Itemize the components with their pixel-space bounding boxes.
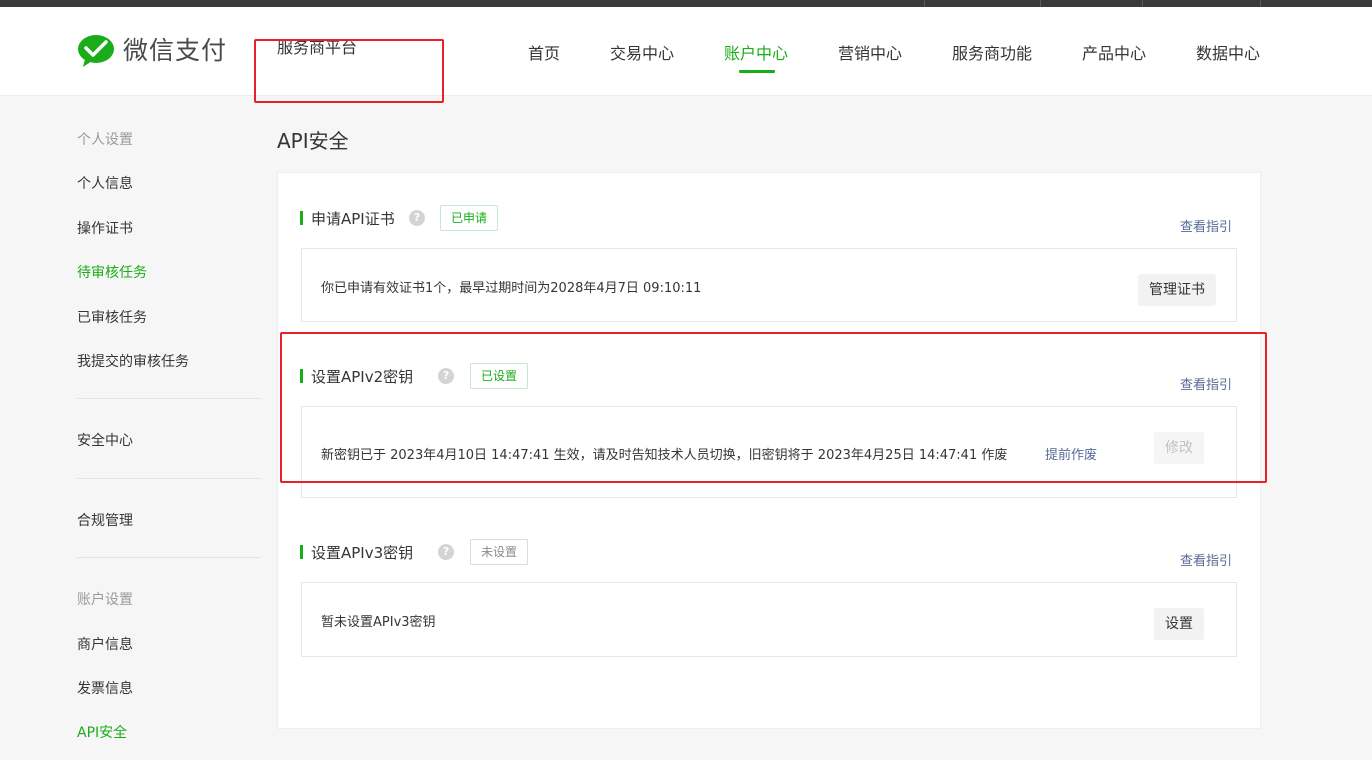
certificate-status-text: 你已申请有效证书1个，最早过期时间为2028年4月7日 09:10:11 <box>321 281 702 296</box>
section-title-api-certificate: 申请API证书 <box>311 210 395 228</box>
manage-certificate-button[interactable]: 管理证书 <box>1138 274 1216 306</box>
sidebar-item-api-security[interactable]: API安全 <box>77 722 127 742</box>
top-strip-divider <box>1040 0 1041 7</box>
sidebar-item-pending-review[interactable]: 待审核任务 <box>77 262 147 282</box>
section-title-apiv2-key: 设置APIv2密钥 <box>311 368 414 386</box>
nav-home[interactable]: 首页 <box>528 40 560 64</box>
revoke-early-link[interactable]: 提前作废 <box>1045 444 1097 463</box>
apiv2-key-status-text: 新密钥已于 2023年4月10日 14:47:41 生效，请及时告知技术人员切换… <box>321 448 1008 463</box>
nav-account-center[interactable]: 账户中心 <box>724 40 788 64</box>
status-badge-not-set: 未设置 <box>470 539 529 565</box>
sidebar-item-reviewed-tasks[interactable]: 已审核任务 <box>77 307 147 327</box>
sidebar-item-personal-info[interactable]: 个人信息 <box>77 173 133 193</box>
logo[interactable]: 微信支付 <box>77 34 227 68</box>
header: 微信支付 <box>0 7 1372 96</box>
sidebar-divider <box>77 557 261 558</box>
nav-service-provider-functions[interactable]: 服务商功能 <box>952 40 1032 64</box>
sidebar-divider <box>77 478 261 479</box>
view-guide-link[interactable]: 查看指引 <box>1180 374 1232 393</box>
section-accent-bar <box>300 545 303 559</box>
set-button[interactable]: 设置 <box>1154 608 1204 640</box>
section-title-apiv3-key: 设置APIv3密钥 <box>311 544 414 562</box>
sidebar-divider <box>77 398 261 399</box>
status-badge-set: 已设置 <box>470 363 529 389</box>
sidebar-item-invoice-info[interactable]: 发票信息 <box>77 678 133 698</box>
view-guide-link[interactable]: 查看指引 <box>1180 550 1232 569</box>
sidebar-item-compliance[interactable]: 合规管理 <box>77 510 133 530</box>
section-accent-bar <box>300 369 303 383</box>
sidebar-item-operation-certificate[interactable]: 操作证书 <box>77 218 133 238</box>
section-box-apiv3-key <box>301 582 1237 657</box>
apiv3-key-status-text: 暂未设置APIv3密钥 <box>321 615 436 630</box>
platform-name: 服务商平台 <box>277 38 358 57</box>
wechat-pay-logo-icon <box>78 35 114 67</box>
sidebar-group-account-settings: 账户设置 <box>77 592 133 608</box>
nav-product-center[interactable]: 产品中心 <box>1082 40 1146 64</box>
sidebar-item-my-submitted-tasks[interactable]: 我提交的审核任务 <box>77 351 189 371</box>
nav-active-indicator <box>739 70 775 73</box>
sidebar-group-personal-settings: 个人设置 <box>77 132 133 148</box>
page-title: API安全 <box>277 129 349 153</box>
sidebar-item-merchant-info[interactable]: 商户信息 <box>77 634 133 654</box>
nav-marketing-center[interactable]: 营销中心 <box>838 40 902 64</box>
sidebar-item-security-center[interactable]: 安全中心 <box>77 430 133 450</box>
help-icon[interactable]: ? <box>438 368 454 384</box>
status-badge-applied: 已申请 <box>440 205 499 231</box>
modify-button[interactable]: 修改 <box>1154 432 1204 464</box>
nav-trade-center[interactable]: 交易中心 <box>610 40 674 64</box>
top-strip <box>0 0 1372 7</box>
section-accent-bar <box>300 211 303 225</box>
help-icon[interactable]: ? <box>409 210 425 226</box>
nav-data-center[interactable]: 数据中心 <box>1196 40 1260 64</box>
top-strip-divider <box>924 0 925 7</box>
view-guide-link[interactable]: 查看指引 <box>1180 216 1232 235</box>
top-strip-divider <box>1142 0 1143 7</box>
top-strip-divider <box>1260 0 1261 7</box>
help-icon[interactable]: ? <box>438 544 454 560</box>
logo-text: 微信支付 <box>123 36 228 65</box>
